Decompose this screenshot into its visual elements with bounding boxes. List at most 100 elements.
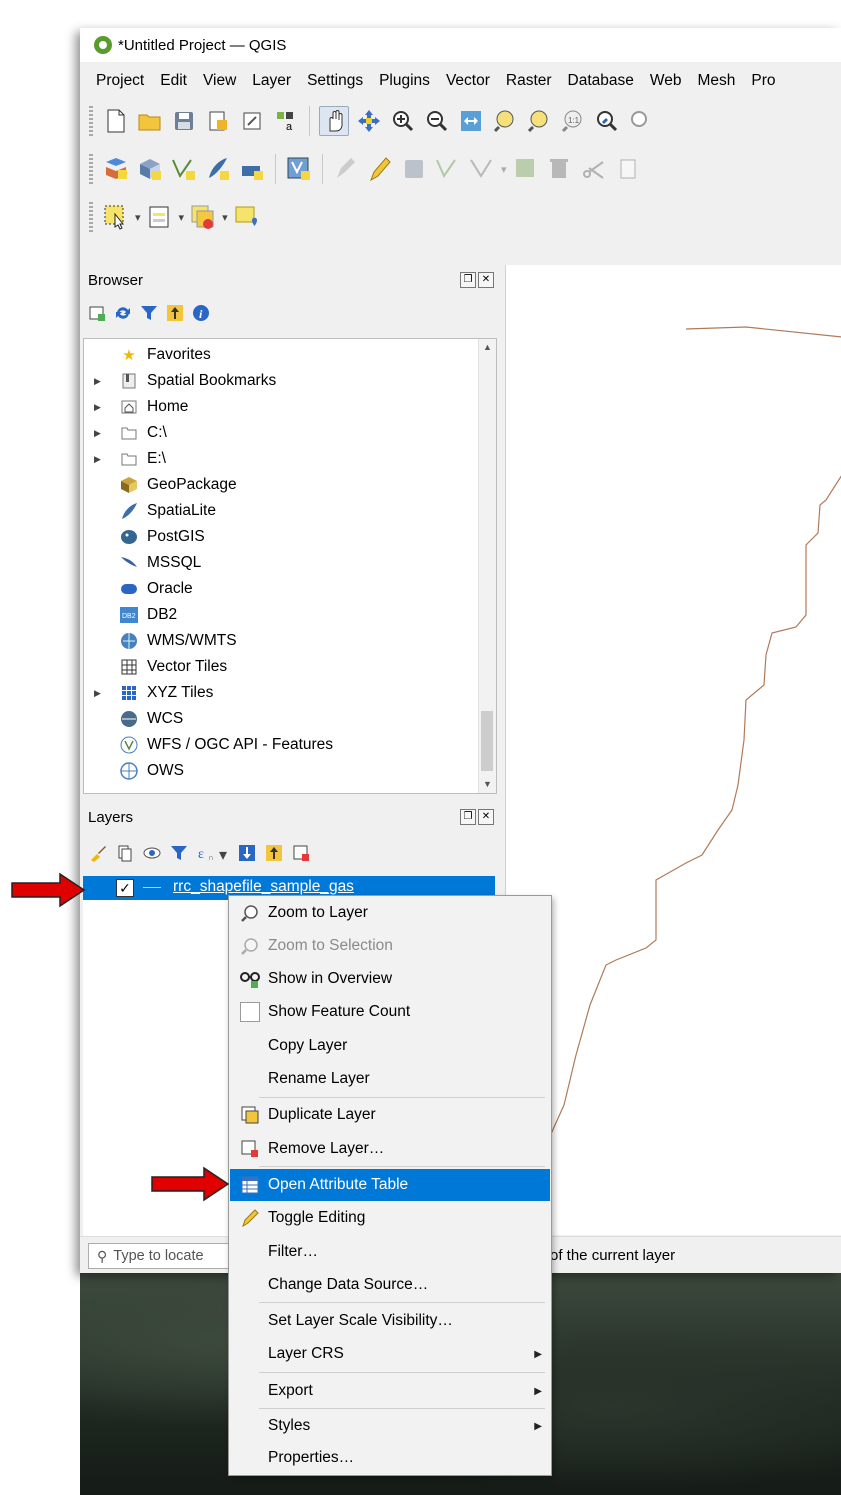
tree-item-wms[interactable]: WMS/WMTS — [84, 628, 479, 654]
menu-raster[interactable]: Raster — [506, 72, 552, 90]
menu-item-duplicate-layer[interactable]: Duplicate Layer — [230, 1099, 550, 1131]
new-project-icon[interactable] — [102, 107, 130, 135]
tree-item-wcs[interactable]: WCS — [84, 706, 479, 732]
menu-item-zoom-to-layer[interactable]: Zoom to Layer — [230, 897, 550, 929]
expand-arrow-icon[interactable]: ▶ — [94, 402, 101, 413]
visibility-icon[interactable] — [143, 844, 161, 867]
cut-features-icon[interactable] — [580, 155, 608, 183]
modify-attributes-icon[interactable] — [512, 155, 540, 183]
expand-arrow-icon[interactable]: ▶ — [94, 454, 101, 465]
menu-edit[interactable]: Edit — [160, 72, 187, 90]
menu-item-layer-crs[interactable]: Layer CRS ▶ — [230, 1338, 550, 1370]
zoom-full-icon[interactable] — [457, 107, 485, 135]
menu-web[interactable]: Web — [650, 72, 682, 90]
menu-item-export[interactable]: Export ▶ — [230, 1375, 550, 1407]
menu-item-rename-layer[interactable]: Rename Layer — [230, 1063, 550, 1095]
zoom-out-icon[interactable] — [423, 107, 451, 135]
menu-plugins[interactable]: Plugins — [379, 72, 430, 90]
scrollbar-thumb[interactable] — [481, 711, 493, 771]
pan-to-selection-icon[interactable] — [355, 107, 383, 135]
save-edits-icon[interactable] — [400, 155, 428, 183]
layout-manager-icon[interactable] — [238, 107, 266, 135]
zoom-native-icon[interactable]: 1:1 — [559, 107, 587, 135]
expand-all-icon[interactable] — [238, 844, 256, 867]
browser-tree[interactable]: ★ Favorites ▶ Spatial Bookmarks ▶ Home ▶ C:\… — [83, 338, 497, 794]
tree-item-wfs[interactable]: WFS / OGC API - Features — [84, 732, 479, 758]
add-feature-icon[interactable] — [434, 155, 462, 183]
locator-search-input[interactable]: ⚲ Type to locate — [88, 1243, 240, 1269]
menu-item-filter[interactable]: Filter… — [230, 1236, 550, 1268]
tree-item-c-drive[interactable]: ▶ C:\ — [84, 420, 479, 446]
remove-layer-icon[interactable] — [292, 844, 310, 867]
tree-item-vector-tiles[interactable]: Vector Tiles — [84, 654, 479, 680]
close-panel-icon[interactable]: ✕ — [478, 272, 494, 288]
float-panel-icon[interactable]: ❐ — [460, 809, 476, 825]
menu-item-styles[interactable]: Styles ▶ — [230, 1410, 550, 1442]
refresh-icon[interactable] — [114, 304, 132, 327]
float-panel-icon[interactable]: ❐ — [460, 272, 476, 288]
style-layer-icon[interactable] — [89, 844, 107, 867]
tree-item-spatial-bookmarks[interactable]: ▶ Spatial Bookmarks — [84, 368, 479, 394]
new-print-layout-icon[interactable] — [204, 107, 232, 135]
style-manager-icon[interactable]: a — [272, 107, 300, 135]
zoom-to-layer-icon[interactable] — [525, 107, 553, 135]
menu-project[interactable]: Project — [96, 72, 144, 90]
tree-item-home[interactable]: ▶ Home — [84, 394, 479, 420]
menu-item-copy-layer[interactable]: Copy Layer — [230, 1030, 550, 1062]
close-panel-icon[interactable]: ✕ — [478, 809, 494, 825]
vertex-tool-icon[interactable] — [468, 155, 496, 183]
tree-item-xyz-tiles[interactable]: ▶ XYZ Tiles — [84, 680, 479, 706]
browser-scrollbar[interactable]: ▲ ▼ — [478, 339, 496, 793]
zoom-in-icon[interactable] — [389, 107, 417, 135]
new-shapefile-icon[interactable] — [170, 155, 198, 183]
add-selected-layers-icon[interactable] — [88, 304, 106, 327]
toolbar-grip[interactable] — [89, 154, 93, 184]
filter-icon[interactable] — [140, 304, 158, 327]
tree-item-geopackage[interactable]: GeoPackage — [84, 472, 479, 498]
menu-item-toggle-editing[interactable]: Toggle Editing — [230, 1202, 550, 1234]
tree-item-mssql[interactable]: MSSQL — [84, 550, 479, 576]
map-canvas[interactable] — [505, 265, 841, 1235]
tree-item-postgis[interactable]: PostGIS — [84, 524, 479, 550]
delete-selected-icon[interactable] — [546, 155, 574, 183]
select-location-icon[interactable] — [233, 203, 261, 231]
tree-item-oracle[interactable]: Oracle — [84, 576, 479, 602]
scroll-up-arrow-icon[interactable]: ▲ — [479, 339, 496, 356]
toolbar-grip[interactable] — [89, 106, 93, 136]
select-by-value-icon[interactable] — [146, 203, 174, 231]
menu-database[interactable]: Database — [568, 72, 634, 90]
collapse-all-icon[interactable] — [265, 844, 283, 867]
menu-processing[interactable]: Pro — [751, 72, 775, 90]
zoom-next-icon[interactable] — [627, 107, 655, 135]
menu-layer[interactable]: Layer — [252, 72, 291, 90]
tree-item-db2[interactable]: DB2 DB2 — [84, 602, 479, 628]
open-project-icon[interactable] — [136, 107, 164, 135]
menu-settings[interactable]: Settings — [307, 72, 363, 90]
tree-item-e-drive[interactable]: ▶ E:\ — [84, 446, 479, 472]
menu-item-show-in-overview[interactable]: Show in Overview — [230, 963, 550, 995]
toggle-editing-icon[interactable] — [366, 155, 394, 183]
save-project-icon[interactable] — [170, 107, 198, 135]
menu-mesh[interactable]: Mesh — [698, 72, 736, 90]
add-geopackage-icon[interactable] — [136, 155, 164, 183]
deselect-icon[interactable] — [189, 203, 217, 231]
menu-item-set-scale-visibility[interactable]: Set Layer Scale Visibility… — [230, 1305, 550, 1337]
scroll-down-arrow-icon[interactable]: ▼ — [479, 776, 496, 793]
filter-legend-icon[interactable] — [170, 844, 188, 867]
info-icon[interactable]: i — [192, 304, 210, 327]
menu-item-open-attribute-table[interactable]: Open Attribute Table — [230, 1169, 550, 1201]
tree-item-favorites[interactable]: ★ Favorites — [84, 342, 479, 368]
zoom-to-selection-icon[interactable] — [491, 107, 519, 135]
menu-item-change-data-source[interactable]: Change Data Source… — [230, 1269, 550, 1301]
menu-item-remove-layer[interactable]: Remove Layer… — [230, 1133, 550, 1165]
new-virtual-layer-icon[interactable] — [238, 155, 266, 183]
filter-expression-icon[interactable]: ε ∩ — [197, 844, 219, 867]
zoom-last-icon[interactable] — [593, 107, 621, 135]
menu-item-show-feature-count[interactable]: Show Feature Count — [230, 996, 550, 1028]
menu-item-zoom-to-selection[interactable]: Zoom to Selection — [230, 930, 550, 962]
expand-arrow-icon[interactable]: ▶ — [94, 688, 101, 699]
new-spatialite-icon[interactable] — [204, 155, 232, 183]
menu-view[interactable]: View — [203, 72, 236, 90]
expand-arrow-icon[interactable]: ▶ — [94, 428, 101, 439]
expand-arrow-icon[interactable]: ▶ — [94, 376, 101, 387]
